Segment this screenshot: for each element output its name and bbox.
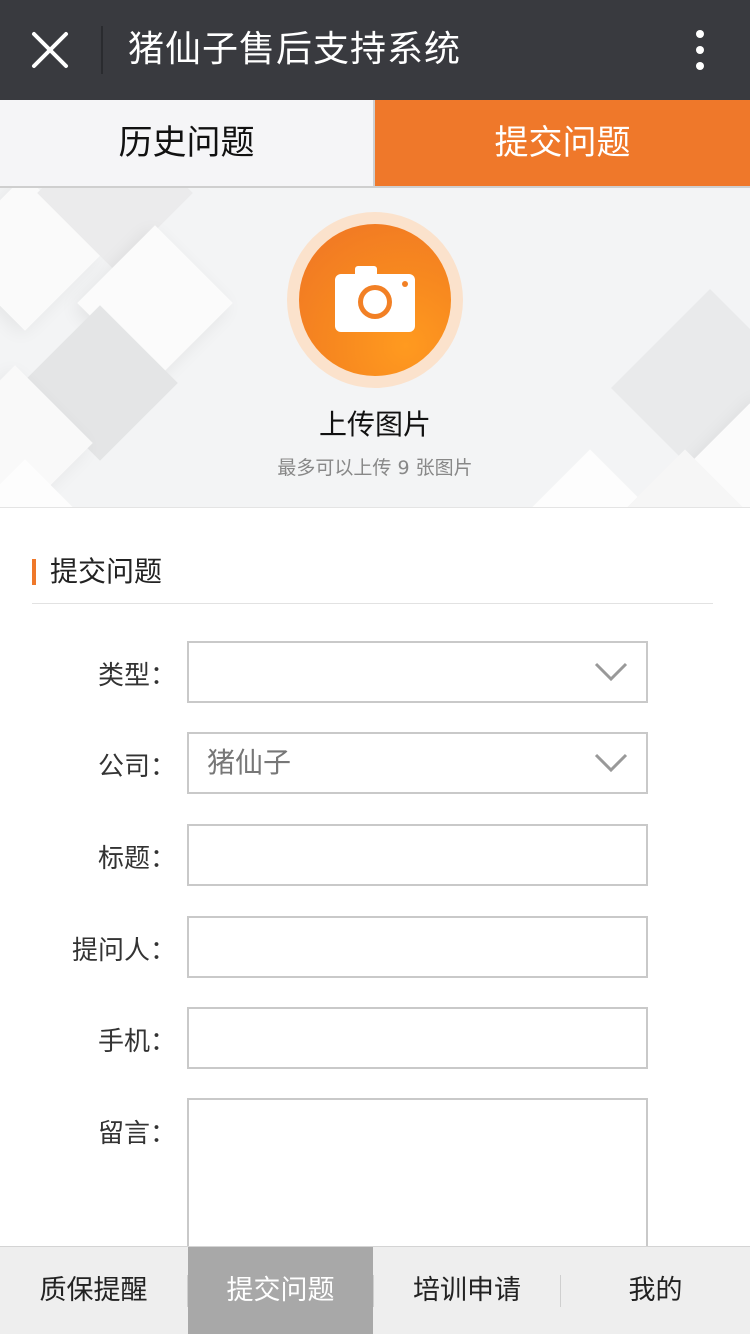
camera-icon [335, 266, 415, 332]
upload-button-ring [287, 212, 463, 388]
more-vertical-icon-dot [696, 62, 704, 70]
tab-history[interactable]: 历史问题 [0, 100, 375, 186]
close-button[interactable] [28, 28, 72, 72]
message-label: 留言： [97, 1119, 176, 1149]
company-select[interactable]: 猪仙子 [187, 732, 648, 794]
upload-label: 上传图片 [318, 408, 431, 441]
section-accent-bar [32, 559, 36, 585]
bottom-nav: 质保提醒 提交问题 培训申请 我的 [0, 1246, 750, 1334]
page: 猪仙子售后支持系统 历史问题 提交问题 上传图片 最多可以上传 9 张图片 提交… [0, 0, 750, 1334]
tab-submit[interactable]: 提交问题 [375, 100, 750, 186]
asker-input[interactable] [187, 916, 648, 978]
title-input[interactable] [187, 824, 648, 886]
more-button[interactable] [684, 28, 716, 72]
nav-training-application[interactable]: 培训申请 [374, 1247, 560, 1334]
title-label: 标题： [97, 844, 176, 874]
more-vertical-icon [696, 30, 704, 38]
company-select-value: 猪仙子 [207, 746, 292, 779]
close-icon [32, 32, 68, 68]
phone-input[interactable] [187, 1007, 648, 1069]
more-vertical-icon-dot [696, 46, 704, 54]
upload-image-button[interactable] [299, 224, 451, 376]
nav-mine[interactable]: 我的 [561, 1247, 750, 1334]
page-title: 猪仙子售后支持系统 [128, 29, 462, 70]
section-title: 提交问题 [50, 555, 163, 588]
phone-label: 手机： [97, 1027, 176, 1057]
divider [32, 603, 713, 604]
type-select[interactable] [187, 641, 648, 703]
company-label: 公司： [97, 752, 176, 782]
upload-banner: 上传图片 最多可以上传 9 张图片 [0, 188, 750, 508]
nav-warranty-reminder[interactable]: 质保提醒 [0, 1247, 187, 1334]
top-bar: 猪仙子售后支持系统 [0, 0, 750, 100]
nav-submit-issue[interactable]: 提交问题 [188, 1247, 373, 1334]
asker-label: 提问人： [71, 936, 176, 966]
upload-hint: 最多可以上传 9 张图片 [277, 457, 473, 479]
tab-bar: 历史问题 提交问题 [0, 100, 750, 188]
chevron-down-icon [594, 753, 628, 773]
topbar-divider [101, 26, 103, 74]
message-textarea[interactable] [187, 1098, 648, 1248]
chevron-down-icon [594, 662, 628, 682]
type-label: 类型： [97, 661, 176, 691]
